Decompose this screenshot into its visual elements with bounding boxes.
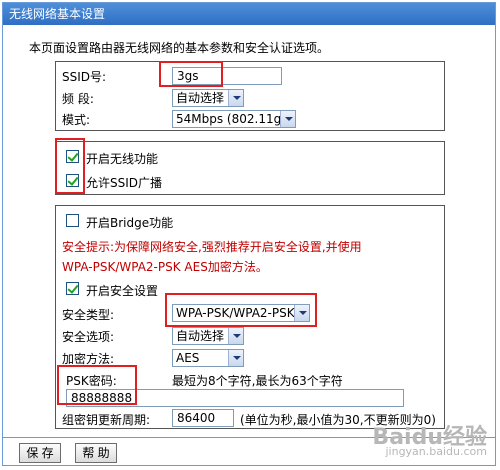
enable-wireless-checkbox[interactable] (66, 150, 79, 163)
bridge-checkbox[interactable] (66, 214, 79, 227)
enable-security-checkbox[interactable] (66, 282, 79, 295)
rekey-label: 组密钥更新周期: (62, 413, 151, 427)
settings-panel: 无线网络基本设置 本页面设置路由器无线网络的基本参数和安全认证选项。 SSID号… (2, 2, 496, 466)
chevron-down-icon[interactable] (228, 90, 243, 106)
chevron-down-icon[interactable] (228, 350, 243, 366)
help-button[interactable]: 帮 助 (75, 443, 117, 463)
encryption-value: AES (176, 351, 200, 365)
baidu-logo: Baidu经验 (372, 425, 487, 450)
security-type-value: WPA-PSK/WPA2-PSK (176, 306, 295, 320)
save-button[interactable]: 保 存 (19, 443, 61, 463)
encryption-select[interactable]: AES (172, 349, 244, 367)
security-note-line2: WPA-PSK/WPA2-PSK AES加密方法。 (62, 260, 268, 274)
mode-label: 模式: (62, 113, 91, 127)
band-select-value: 自动选择 (176, 91, 225, 105)
security-option-label: 安全选项: (62, 330, 115, 344)
mode-select-value: 54Mbps (802.11g) (176, 112, 286, 126)
ssid-label: SSID号: (62, 70, 107, 84)
security-note-line1: 安全提示:为保障网络安全,强烈推荐开启安全设置,并使用 (62, 240, 362, 254)
page-title: 无线网络基本设置 (3, 3, 495, 25)
ssid-broadcast-checkbox[interactable] (66, 174, 79, 187)
security-option-value: 自动选择 (176, 329, 225, 343)
security-box: 开启Bridge功能 安全提示:为保障网络安全,强烈推荐开启安全设置,并使用 W… (55, 205, 445, 429)
basic-settings-box: SSID号: 3gs 频 段: 自动选择 模式: 54Mbps (802.11g… (55, 61, 445, 131)
psk-label: PSK密码: (66, 374, 117, 388)
band-select[interactable]: 自动选择 (172, 89, 244, 107)
chevron-down-icon[interactable] (280, 111, 295, 127)
rekey-input[interactable]: 86400 (172, 409, 234, 427)
band-label: 频 段: (62, 92, 94, 106)
intro-text: 本页面设置路由器无线网络的基本参数和安全认证选项。 (29, 41, 330, 55)
chevron-down-icon[interactable] (228, 328, 243, 344)
ssid-input[interactable]: 3gs (172, 67, 282, 85)
enable-wireless-label: 开启无线功能 (86, 152, 159, 166)
psk-input[interactable]: 88888888 (66, 389, 404, 407)
encryption-label: 加密方法: (62, 352, 115, 366)
watermark: Baidu经验 jingyan.baidu.com (372, 425, 487, 459)
watermark-url: jingyan.baidu.com (385, 445, 487, 458)
wireless-box: 开启无线功能 允许SSID广播 (55, 141, 445, 195)
enable-security-label: 开启安全设置 (86, 284, 159, 298)
chevron-down-icon[interactable] (294, 305, 309, 321)
security-type-label: 安全类型: (62, 308, 115, 322)
ssid-broadcast-label: 允许SSID广播 (86, 176, 163, 190)
bridge-label: 开启Bridge功能 (86, 216, 174, 230)
psk-hint: 最短为8个字符,最长为63个字符 (172, 374, 343, 388)
mode-select[interactable]: 54Mbps (802.11g) (172, 110, 296, 128)
security-type-select[interactable]: WPA-PSK/WPA2-PSK (172, 304, 310, 322)
security-option-select[interactable]: 自动选择 (172, 327, 244, 345)
